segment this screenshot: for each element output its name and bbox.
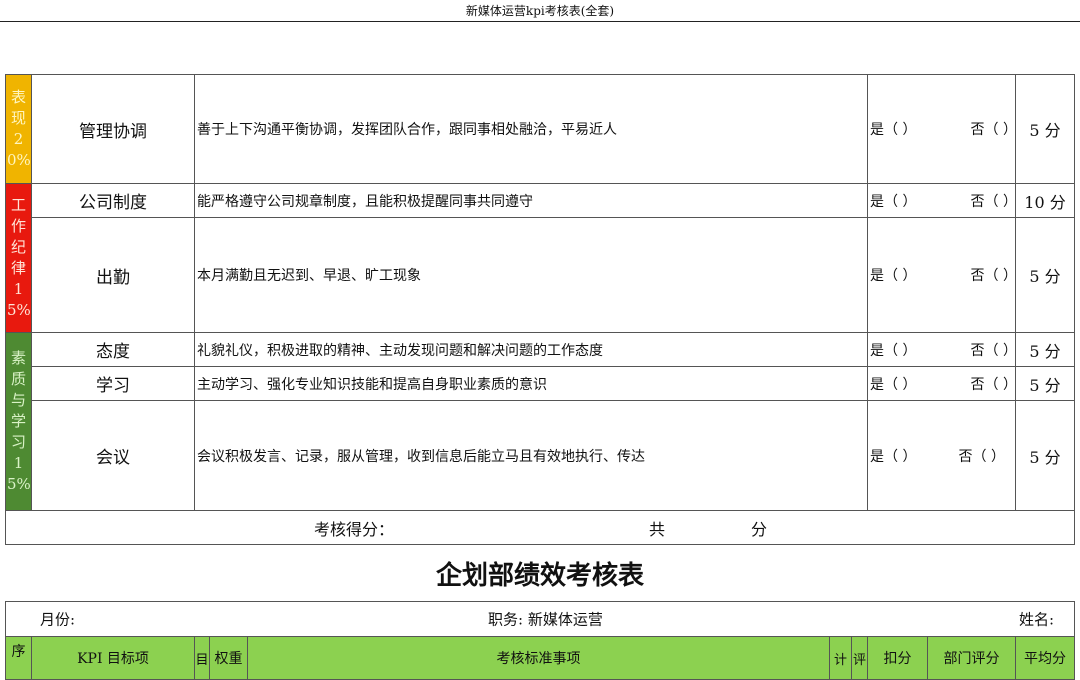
evaluation-table: 表现20% 管理协调 善于上下沟通平衡协调，发挥团队合作，跟同事相处融洽，平易近… xyxy=(5,74,1075,545)
item-score: 5 分 xyxy=(1015,366,1075,401)
item-score: 5 分 xyxy=(1015,332,1075,367)
total-label: 考核得分： xyxy=(314,519,395,539)
col-ping: 评 xyxy=(851,636,868,680)
yes-no-cell[interactable]: 是（ ） 否（ ） xyxy=(867,74,1016,184)
col-dept-score: 部门评分 xyxy=(927,636,1016,680)
item-score: 10 分 xyxy=(1015,183,1075,218)
item-score: 5 分 xyxy=(1015,74,1075,184)
no-option[interactable]: 否（ ） xyxy=(971,374,1015,394)
category-quality: 素质与学习15% xyxy=(5,332,32,511)
yes-no-cell[interactable]: 是（ ） 否（ ） xyxy=(867,217,1016,333)
table2-column-header: 序 KPI 目标项 目 权重 考核标准事项 计 评 扣分 部门评分 平均分 xyxy=(5,636,1076,680)
month-label: 月份: xyxy=(40,610,76,629)
table-row: 工作纪律15% 公司制度 能严格遵守公司规章制度，且能积极提醒同事共同遵守 是（… xyxy=(5,183,1075,333)
item-name: 出勤 xyxy=(31,217,195,333)
yes-option[interactable]: 是（ ） xyxy=(870,374,916,394)
table-row: 表现20% 管理协调 善于上下沟通平衡协调，发挥团队合作，跟同事相处融洽，平易近… xyxy=(5,74,1075,184)
col-average: 平均分 xyxy=(1014,636,1076,680)
col-ji: 计 xyxy=(829,636,852,680)
yes-option[interactable]: 是（ ） xyxy=(870,119,916,139)
item-name: 公司制度 xyxy=(31,183,195,218)
yes-option[interactable]: 是（ ） xyxy=(870,340,916,360)
position-label: 职务: 新媒体运营 xyxy=(488,610,603,629)
item-description: 能严格遵守公司规章制度，且能积极提醒同事共同遵守 xyxy=(194,183,868,218)
col-seq: 序 xyxy=(5,636,32,680)
yes-no-cell[interactable]: 是（ ） 否（ ） xyxy=(867,400,1016,511)
table2-info-row: 月份: 职务: 新媒体运营 姓名: xyxy=(4,601,1076,637)
info-cell: 月份: 职务: 新媒体运营 姓名: xyxy=(4,601,1076,637)
total-gong: 共 xyxy=(649,519,666,539)
yes-no-cell[interactable]: 是（ ） 否（ ） xyxy=(867,183,1016,218)
yes-option[interactable]: 是（ ） xyxy=(870,191,916,211)
item-name: 管理协调 xyxy=(31,74,195,184)
col-kpi: KPI 目标项 xyxy=(31,636,195,680)
page-header: 新媒体运营kpi考核表(全套) xyxy=(0,0,1080,22)
yes-no-cell[interactable]: 是（ ） 否（ ） xyxy=(867,366,1016,401)
category-performance: 表现20% xyxy=(5,74,32,184)
item-name: 学习 xyxy=(31,366,195,401)
no-option[interactable]: 否（ ） xyxy=(971,265,1015,285)
yes-option[interactable]: 是（ ） xyxy=(870,446,916,466)
category-discipline: 工作纪律15% xyxy=(5,183,32,333)
total-fen: 分 xyxy=(751,519,768,539)
no-option[interactable]: 否（ ） xyxy=(971,191,1015,211)
no-option[interactable]: 否（ ） xyxy=(971,119,1015,139)
item-score: 5 分 xyxy=(1015,400,1075,511)
item-description: 礼貌礼仪，积极进取的精神、主动发现问题和解决问题的工作态度 xyxy=(194,332,868,367)
total-row: 考核得分： 共 分 xyxy=(5,510,1075,545)
table-row: 素质与学习15% 态度 礼貌礼仪，积极进取的精神、主动发现问题和解决问题的工作态… xyxy=(5,332,1075,511)
table2-title: 企划部绩效考核表 xyxy=(435,561,644,591)
item-name: 态度 xyxy=(31,332,195,367)
table2: 月份: 职务: 新媒体运营 姓名: 序 KPI 目标项 目 权重 考核标准事项 … xyxy=(4,601,1076,680)
total-cell: 考核得分： 共 分 xyxy=(5,510,1075,545)
table-row: 学习 主动学习、强化专业知识技能和提高自身职业素质的意识 是（ ） 否（ ） 5… xyxy=(6,366,1075,401)
name-label: 姓名: xyxy=(1019,610,1055,629)
item-name: 会议 xyxy=(31,400,195,511)
no-option[interactable]: 否（ ） xyxy=(971,340,1015,360)
col-deduct: 扣分 xyxy=(867,636,928,680)
yes-option[interactable]: 是（ ） xyxy=(870,265,916,285)
table-row: 会议 会议积极发言、记录，服从管理，收到信息后能立马且有效地执行、传达 是（ ）… xyxy=(6,400,1075,511)
col-mu: 目 xyxy=(194,636,210,680)
table-row: 出勤 本月满勤且无迟到、早退、旷工现象 是（ ） 否（ ） 5 分 xyxy=(6,217,1075,333)
item-description: 会议积极发言、记录，服从管理，收到信息后能立马且有效地执行、传达 xyxy=(194,400,868,511)
item-description: 善于上下沟通平衡协调，发挥团队合作，跟同事相处融洽，平易近人 xyxy=(194,74,868,184)
item-description: 主动学习、强化专业知识技能和提高自身职业素质的意识 xyxy=(194,366,868,401)
col-standard: 考核标准事项 xyxy=(247,636,830,680)
col-weight: 权重 xyxy=(209,636,248,680)
item-description: 本月满勤且无迟到、早退、旷工现象 xyxy=(194,217,868,333)
no-option[interactable]: 否（ ） xyxy=(959,446,1005,466)
yes-no-cell[interactable]: 是（ ） 否（ ） xyxy=(867,332,1016,367)
item-score: 5 分 xyxy=(1015,217,1075,333)
